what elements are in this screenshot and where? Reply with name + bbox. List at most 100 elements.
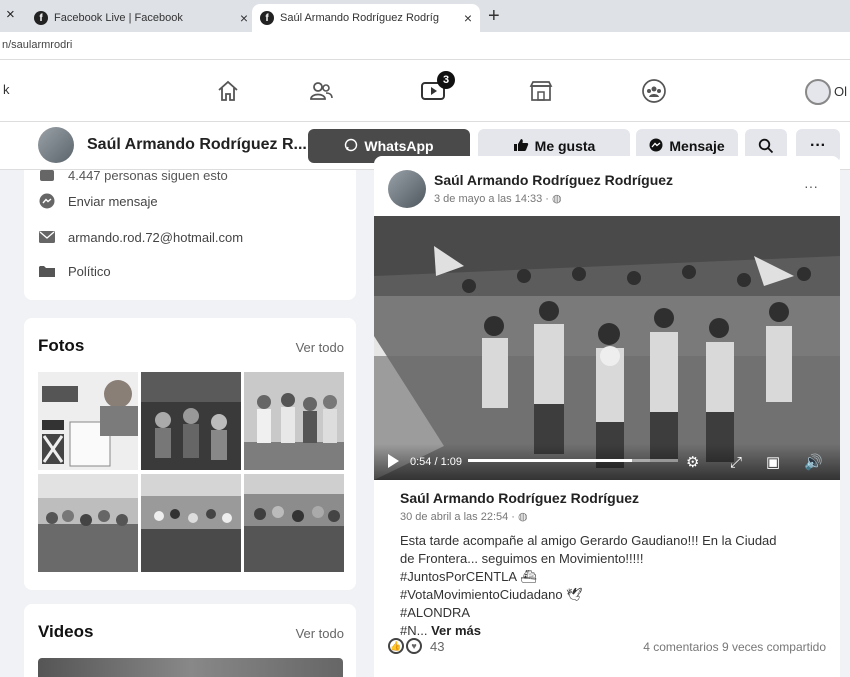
videos-see-all-link[interactable]: Ver todo [296, 626, 344, 641]
post-stats: 4 comentarios 9 veces compartido [643, 640, 826, 654]
globe-icon: ◍ [518, 511, 528, 523]
followers-icon [38, 166, 56, 184]
see-more-link[interactable]: Ver más [431, 623, 481, 638]
post-text-line-truncated: #N... Ver más [400, 622, 820, 640]
whatsapp-button-label: WhatsApp [364, 138, 434, 154]
marketplace-icon[interactable] [526, 76, 556, 106]
volume-icon[interactable]: 🔊 [804, 453, 823, 471]
groups-icon[interactable] [639, 76, 669, 106]
send-message-link: Enviar mensaje [68, 193, 158, 209]
picture-in-picture-icon[interactable]: ▣ [766, 453, 780, 471]
facebook-favicon-icon: f [260, 11, 274, 25]
photo-thumbnail[interactable] [141, 372, 241, 470]
post-video[interactable]: 0:54 / 1:09 ⚙ ⤢ ▣ 🔊 [374, 216, 840, 480]
url-text: n/saularmrodri [2, 39, 73, 51]
post-hashtag-text: #VotaMovimientoCiudadano [400, 587, 563, 602]
videos-card: Videos Ver todo [24, 604, 356, 677]
whatsapp-icon [344, 138, 358, 155]
browser-tab-profile[interactable]: f Saúl Armando Rodríguez Rodríg × [252, 4, 480, 32]
new-tab-icon[interactable]: + [488, 5, 500, 28]
followers-text: 4.447 personas siguen esto [68, 167, 228, 183]
boat-emoji-icon: ⛴ [519, 569, 537, 584]
shared-post-timestamp[interactable]: 30 de abril a las 22:54 · ◍ [400, 510, 528, 523]
love-reaction-icon: ♥ [406, 638, 422, 654]
followers-row: 4.447 personas siguen esto [38, 166, 228, 184]
messenger-icon [38, 192, 56, 210]
profile-avatar[interactable] [38, 127, 74, 163]
post-hashtag-text: #JuntosPorCENTLA [400, 569, 517, 584]
post-options-icon[interactable]: ··· [804, 178, 818, 194]
post-hashtag[interactable]: #N... [400, 623, 427, 638]
close-tab-icon[interactable]: × [240, 10, 248, 26]
video-progress-fill [468, 459, 632, 462]
category-link: Político [68, 263, 111, 279]
photos-see-all-link[interactable]: Ver todo [296, 340, 344, 355]
video-controls: 0:54 / 1:09 ⚙ ⤢ ▣ 🔊 [374, 444, 840, 480]
video-progress-bar[interactable] [468, 459, 678, 462]
photo-thumbnail[interactable] [38, 474, 138, 572]
tab-title: Saúl Armando Rodríguez Rodríg [280, 12, 439, 24]
shares-count-link[interactable]: 9 veces compartido [722, 640, 826, 654]
settings-gear-icon[interactable]: ⚙ [686, 453, 699, 471]
email-link: armando.rod.72@hotmail.com [68, 229, 244, 245]
photo-thumbnail[interactable] [244, 372, 344, 470]
post-timestamp[interactable]: 3 de mayo a las 14:33 · ◍ [434, 192, 562, 205]
photos-title: Fotos [38, 336, 85, 355]
close-tab-icon[interactable]: × [6, 6, 15, 23]
fullscreen-icon[interactable]: ⤢ [730, 454, 742, 471]
video-time: 0:54 / 1:09 [410, 456, 462, 468]
message-button-label: Mensaje [669, 138, 725, 154]
post-hashtag[interactable]: #VotaMovimientoCiudadano 🕊 [400, 586, 820, 604]
reactions-summary[interactable]: 👍 ♥ 43 [388, 638, 444, 654]
browser-tab-facebook-live[interactable]: f Facebook Live | Facebook × [26, 4, 256, 32]
video-frame [374, 216, 840, 480]
watch-notification-badge: 3 [437, 71, 455, 89]
bird-emoji-icon: 🕊 [566, 587, 583, 602]
nav-edge-text: k [3, 82, 10, 97]
reactions-count: 43 [430, 638, 445, 654]
shared-post-author[interactable]: Saúl Armando Rodríguez Rodríguez [400, 490, 639, 506]
profile-name[interactable]: Saúl Armando Rodríguez R... [87, 136, 307, 154]
email-row[interactable]: armando.rod.72@hotmail.com [38, 228, 243, 246]
shared-post-timestamp-text: 30 de abril a las 22:54 · [400, 511, 519, 523]
ellipsis-icon: ··· [810, 137, 826, 154]
post-card: Saúl Armando Rodríguez Rodríguez 3 de ma… [374, 156, 840, 677]
like-button-label: Me gusta [534, 138, 596, 154]
post-hashtag[interactable]: #ALONDRA [400, 604, 820, 622]
thumbs-up-icon [513, 138, 529, 155]
post-text: Esta tarde acompañe al amigo Gerardo Gau… [400, 532, 820, 640]
messenger-icon [649, 138, 663, 155]
send-message-row[interactable]: Enviar mensaje [38, 192, 158, 210]
search-icon [758, 138, 774, 154]
photo-thumbnail[interactable] [38, 372, 138, 470]
account-name-text: Ol [834, 84, 847, 99]
facebook-favicon-icon: f [34, 11, 48, 25]
friends-icon[interactable] [306, 76, 336, 106]
post-text-line: de Frontera... seguimos en Movimiento!!!… [400, 551, 644, 566]
address-bar[interactable]: n/saularmrodri [0, 32, 850, 60]
post-author-avatar[interactable] [388, 170, 426, 208]
videos-title: Videos [38, 622, 94, 641]
close-tab-icon[interactable]: × [464, 10, 472, 26]
post-text-line: Esta tarde acompañe al amigo Gerardo Gau… [400, 533, 777, 548]
post-timestamp-text: 3 de mayo a las 14:33 · [434, 193, 553, 205]
folder-icon [38, 262, 56, 280]
photo-thumbnail[interactable] [141, 474, 241, 572]
post-hashtag[interactable]: #JuntosPorCENTLA ⛴ [400, 568, 820, 586]
like-reaction-icon: 👍 [388, 638, 404, 654]
tab-title: Facebook Live | Facebook [54, 12, 183, 24]
envelope-icon [38, 228, 56, 246]
facebook-top-nav: k 3 Ol [0, 60, 850, 122]
home-icon[interactable] [213, 76, 243, 106]
play-icon[interactable] [388, 454, 399, 468]
photo-thumbnail[interactable] [244, 474, 344, 572]
comments-count-link[interactable]: 4 comentarios [643, 640, 718, 654]
browser-tab-strip: × f Facebook Live | Facebook × f Saúl Ar… [0, 0, 850, 32]
category-row[interactable]: Político [38, 262, 111, 280]
photos-card: Fotos Ver todo [24, 318, 356, 590]
post-author-name[interactable]: Saúl Armando Rodríguez Rodríguez [434, 172, 673, 188]
intro-card: 4.447 personas siguen esto Enviar mensaj… [24, 168, 356, 300]
account-avatar[interactable] [805, 79, 831, 105]
video-thumbnail[interactable] [38, 658, 343, 677]
globe-icon: ◍ [552, 193, 562, 205]
